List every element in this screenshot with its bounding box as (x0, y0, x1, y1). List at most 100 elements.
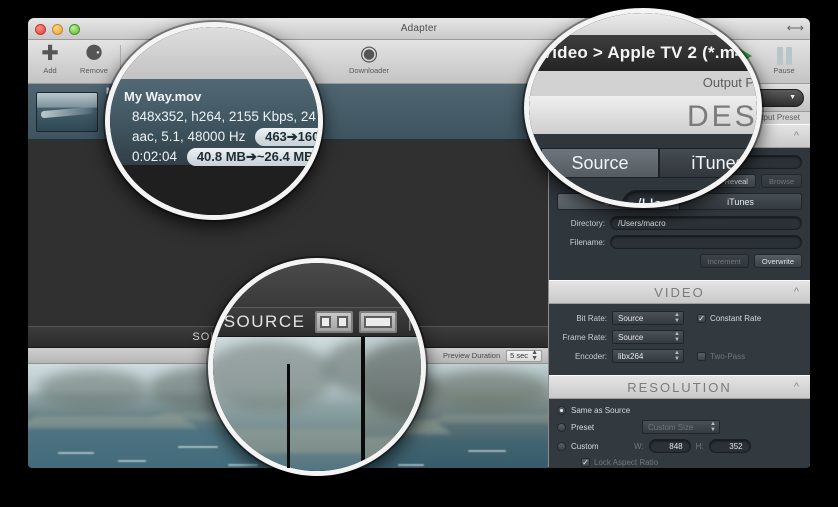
custom-label: Custom (571, 441, 599, 451)
close-button[interactable] (35, 24, 46, 35)
chevron-up-icon[interactable]: ^ (794, 286, 801, 298)
video-preview[interactable] (28, 364, 548, 468)
preset-destination-magnifier: Video > Apple TV 2 (*.m4v) Output Preset… (524, 8, 762, 208)
resize-grip-icon[interactable]: ⟷ (787, 21, 804, 35)
preview-duration-select[interactable]: 5 sec ▲ ▼ (506, 349, 542, 362)
bit-rate-value: Source (618, 313, 644, 323)
magnified-directory-label: Directory: (541, 195, 614, 203)
directory-field[interactable]: /Users/macro (610, 216, 802, 230)
frame-rate-select[interactable]: Source ▲ ▼ (612, 330, 684, 344)
magnified-output-pane (363, 337, 421, 471)
magnifier-viewport: SOURCE | OUTPUT (213, 263, 421, 471)
magnified-destination-header: DEST (529, 96, 757, 134)
magnified-empty-area (110, 165, 318, 215)
stepper-icon[interactable]: ▲ ▼ (674, 350, 680, 362)
two-pass-checkbox[interactable]: Two-Pass (697, 351, 746, 361)
bit-rate-select[interactable]: Source ▲ ▼ (612, 311, 684, 325)
radio-icon (557, 422, 566, 432)
lock-aspect-row[interactable]: ✓ Lock Aspect Ratio (557, 458, 802, 467)
encoder-select[interactable]: libx264 ▲ ▼ (612, 349, 684, 363)
height-label: H: (695, 441, 704, 451)
magnified-divider: | (407, 312, 414, 331)
encoder-label: Encoder: (574, 351, 607, 361)
radio-icon (557, 406, 566, 415)
single-view-icon (359, 311, 398, 333)
file-info-magnifier: My Way.mov 848x352, h264, 2155 Kbps, 24 … (105, 22, 323, 220)
traffic-lights[interactable] (35, 24, 80, 35)
preset-row[interactable]: Preset Custom Size ▲ ▼ (557, 420, 802, 434)
magnified-preset-caption: Output Preset (529, 71, 757, 96)
resolution-title: RESOLUTION (627, 379, 732, 395)
resolution-preset-select[interactable]: Custom Size ▲ ▼ (642, 420, 720, 434)
resolution-preset-value: Custom Size (648, 422, 694, 432)
magnified-tab-source: Source (541, 148, 659, 178)
video-section-header[interactable]: VIDEO ^ (549, 280, 810, 304)
stepper-icon[interactable]: ▲ ▼ (674, 312, 680, 324)
preview-duration-label: Preview Duration (443, 351, 501, 360)
magnified-directory-value: /Users/macr (621, 190, 757, 203)
video-section-body: Bit Rate: Source ▲ ▼ ✓ Constant Rate Fram… (549, 304, 810, 375)
overwrite-button[interactable]: Overwrite (753, 254, 802, 268)
magnified-directory-row: Directory: /Users/macr (541, 190, 757, 203)
magnified-destination-body: Source iTunes Directory: /Users/macr (529, 134, 757, 203)
stepper-icon[interactable]: ▲ ▼ (710, 421, 716, 433)
frame-rate-label: Frame Rate: (562, 332, 607, 342)
screenshot-root: Adapter ⟷ ✚ Add ⚈ Remove ◉ Downloader St… (0, 0, 838, 507)
width-input[interactable]: 848 (648, 439, 691, 453)
chevron-up-icon[interactable]: ^ (794, 381, 801, 393)
custom-size-row[interactable]: Custom W: 848 H: 352 (557, 439, 802, 453)
plus-icon: ✚ (41, 42, 59, 65)
chevron-down-icon: ▼ (789, 94, 796, 101)
resolution-section-header[interactable]: RESOLUTION ^ (549, 375, 810, 399)
chevron-up-icon[interactable]: ^ (794, 130, 801, 142)
filename-label: Filename: (569, 237, 605, 247)
magnified-size-badge: 40.8 MB➔~26.4 MB (186, 148, 318, 166)
conflict-mode-row: Increment Overwrite (557, 254, 802, 268)
magnified-duration: 0:02:04 (132, 149, 178, 164)
magnified-preview: SOURCE | OUTPUT (213, 263, 421, 471)
magnified-dark-strip (213, 263, 421, 307)
magnified-file-row: My Way.mov 848x352, h264, 2155 Kbps, 24 … (110, 27, 318, 215)
magnified-preset-dropdown: Video > Apple TV 2 (*.m4v) (529, 35, 757, 71)
add-button[interactable]: ✚ Add (28, 42, 72, 75)
same-as-source-row[interactable]: Same as Source (557, 406, 802, 415)
constant-rate-checkbox[interactable]: ✓ Constant Rate (697, 313, 761, 323)
checkbox-icon (697, 351, 706, 361)
minimize-button[interactable] (52, 24, 63, 35)
magnified-video-line: 848x352, h264, 2155 Kbps, 24 fps (132, 109, 318, 124)
magnified-right-panel: Video > Apple TV 2 (*.m4v) Output Preset… (529, 13, 757, 203)
add-label: Add (43, 66, 57, 75)
magnified-video-panes (213, 337, 421, 471)
encoder-row: Encoder: libx264 ▲ ▼ Two-Pass (557, 349, 802, 363)
magnified-source-label: SOURCE (223, 312, 306, 331)
magnifier-viewport: My Way.mov 848x352, h264, 2155 Kbps, 24 … (110, 27, 318, 215)
magnified-tab-itunes: iTunes (659, 148, 757, 178)
pause-icon (764, 42, 804, 66)
magnifier-viewport: Video > Apple TV 2 (*.m4v) Output Preset… (529, 13, 757, 203)
magnified-source-output-bar: SOURCE | OUTPUT (213, 307, 421, 337)
zoom-button[interactable] (69, 24, 80, 35)
preset-label: Preset (571, 422, 595, 432)
split-view-icon (315, 311, 354, 333)
checkbox-icon: ✓ (581, 458, 590, 467)
two-pass-label: Two-Pass (710, 351, 746, 361)
increment-button[interactable]: Increment (699, 254, 749, 268)
magnified-audio-line: aac, 5.1, 48000 Hz (132, 129, 246, 144)
radio-icon (557, 441, 566, 451)
directory-label: Directory: (570, 218, 605, 228)
stepper-icon[interactable]: ▲ ▼ (674, 331, 680, 343)
browse-button[interactable]: Browse (760, 174, 802, 188)
file-thumbnail (36, 91, 98, 132)
downloader-label: Downloader (348, 66, 390, 75)
directory-row: Directory: /Users/macro (557, 216, 802, 230)
pause-button[interactable]: Pause (764, 42, 804, 75)
bit-rate-label: Bit Rate: (576, 313, 607, 323)
preview-split-divider[interactable] (287, 364, 290, 468)
filename-field[interactable] (610, 235, 802, 249)
bit-rate-row: Bit Rate: Source ▲ ▼ ✓ Constant Rate (557, 311, 802, 325)
height-input[interactable]: 352 (708, 439, 751, 453)
stepper-icon[interactable]: ▲ ▼ (531, 349, 538, 362)
lock-aspect-checkbox[interactable]: ✓ Lock Aspect Ratio (581, 458, 658, 467)
downloader-button[interactable]: ◉ Downloader (347, 42, 391, 75)
magnified-destination-tabs: Source iTunes (541, 148, 757, 178)
